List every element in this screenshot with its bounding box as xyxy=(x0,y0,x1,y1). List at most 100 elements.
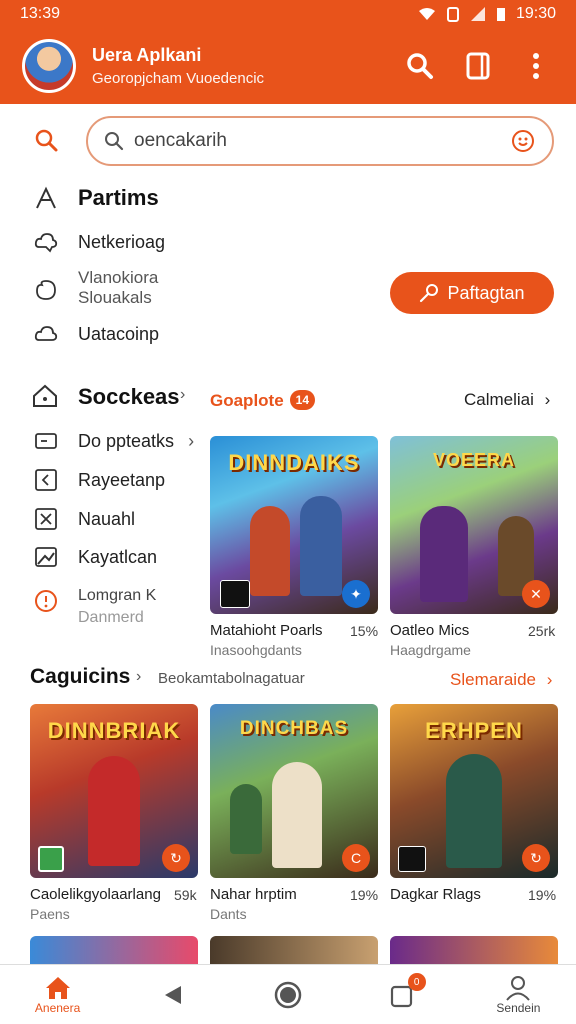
goaplote-chip[interactable]: Goaplote 14 xyxy=(210,390,316,411)
status-time-right: 19:30 xyxy=(515,5,556,22)
nav-item-sublabel: Danmerd xyxy=(78,609,144,626)
battery-saver-icon xyxy=(446,7,459,22)
nav-item-nauahl[interactable]: Nauahl xyxy=(34,507,135,531)
tab-label: Anenera xyxy=(34,1000,81,1015)
nav-item-label: Rayeetanp xyxy=(78,469,166,490)
game-subtitle: Paens xyxy=(30,906,70,922)
search-row xyxy=(0,116,576,168)
chevron-right-icon: › xyxy=(546,670,553,689)
chevron-right-icon: › xyxy=(180,386,186,403)
tab-label: Sendein xyxy=(496,1000,541,1015)
more-button[interactable] xyxy=(518,48,554,84)
more-icon xyxy=(533,53,539,79)
character-figure xyxy=(300,496,342,596)
avatar[interactable] xyxy=(22,39,76,93)
nav-item-vlanokiora[interactable]: Vlanokiora Slouakals xyxy=(34,268,158,308)
link-label: Slemaraide xyxy=(450,670,536,689)
nav-item-rayeetanp[interactable]: Rayeetanp xyxy=(34,468,165,492)
game-subtitle: Dants xyxy=(210,906,247,922)
paftagtan-button[interactable]: Paftagtan xyxy=(390,272,554,314)
link-label: Calmeliai xyxy=(464,390,534,409)
nav-item-label: Lomgran K xyxy=(78,587,157,604)
bookmark-button[interactable] xyxy=(460,48,496,84)
game-logo: DINCHBAS xyxy=(239,718,349,739)
nav-item-do-ppteatks[interactable]: Do ppteatks › xyxy=(34,429,194,453)
section-subtitle: Beokamtabolnagatuar xyxy=(158,670,305,687)
bottom-navigation: Anenera 0 Sendein xyxy=(0,964,576,1024)
section-title-socckeas: Socckeas xyxy=(78,384,180,409)
cloud-icon xyxy=(34,230,58,254)
signal-icon xyxy=(470,7,485,21)
nav-item-label: Netkerioag xyxy=(78,231,166,252)
game-count: 19% xyxy=(350,887,379,903)
nav-item-label: Kayatlcan xyxy=(78,546,158,567)
close-icon[interactable]: ✕ xyxy=(522,580,550,608)
game-logo: VOEERA xyxy=(432,450,516,470)
game-title: Dagkar Rlags xyxy=(390,886,481,903)
featured-card[interactable]: DINNDAIKS ✦ xyxy=(210,436,378,614)
game-count: 19% xyxy=(528,887,557,903)
app-bar: Uera Aplkani Georopjcham Vuoedencic xyxy=(0,28,576,104)
search-icon xyxy=(407,53,433,79)
featured-subtitle: Haagdrgame xyxy=(390,642,471,658)
nav-item-lomgran[interactable]: Lomgran K Danmerd xyxy=(34,585,156,629)
search-button[interactable] xyxy=(402,48,438,84)
back-icon xyxy=(34,468,58,492)
bookmark-icon xyxy=(466,52,490,80)
notification-badge: 0 xyxy=(407,973,426,991)
search-icon[interactable] xyxy=(34,128,60,154)
voice-search-icon[interactable] xyxy=(510,128,536,154)
game-card[interactable]: DINNBRIAK ↻ xyxy=(30,704,198,878)
section-title-caguicins: Caguicins xyxy=(30,665,131,688)
game-logo: ERHPEN xyxy=(425,718,523,743)
status-bar: 13:39 19:30 xyxy=(0,0,576,28)
search-field[interactable] xyxy=(86,116,554,166)
nav-tab-home[interactable]: Anenera xyxy=(0,965,115,1024)
info-icon xyxy=(34,589,58,613)
status-icons: 19:30 xyxy=(418,5,556,23)
character-figure xyxy=(230,784,262,854)
nav-item-label: Do ppteatks xyxy=(78,430,175,451)
character-figure xyxy=(88,756,140,866)
x-box-icon xyxy=(34,507,58,531)
featured-card[interactable]: VOEERA ✕ xyxy=(390,436,558,614)
nav-item-label: Uatacoinp xyxy=(78,323,160,344)
refresh-icon[interactable]: C xyxy=(342,844,370,872)
rating-badge xyxy=(398,846,426,872)
nav-tab-notifications[interactable]: 0 xyxy=(346,965,461,1024)
search-input[interactable] xyxy=(134,130,510,152)
share-icon[interactable]: ✦ xyxy=(342,580,370,608)
chevron-right-icon: › xyxy=(136,668,142,685)
calmeliai-link[interactable]: Calmeliai › xyxy=(464,390,550,410)
back-icon xyxy=(164,985,181,1004)
image-icon xyxy=(34,545,58,569)
rating-badge xyxy=(220,580,250,608)
nav-item-netkerioag[interactable]: Netkerioag xyxy=(34,230,165,254)
chevron-right-icon: › xyxy=(544,390,551,409)
person-icon xyxy=(506,975,531,1001)
game-card[interactable]: DINCHBAS C xyxy=(210,704,378,878)
app-root: 13:39 19:30 Uera Aplkani Georopjcham Vuo… xyxy=(0,0,576,1024)
font-icon xyxy=(36,186,56,209)
refresh-icon[interactable]: ↻ xyxy=(522,844,550,872)
nav-item-text: Lomgran K Danmerd xyxy=(78,585,156,629)
nav-item-uatacoinp[interactable]: Uatacoinp xyxy=(34,322,159,346)
featured-count: 25rk xyxy=(528,623,556,639)
section-title-partims: Partims xyxy=(78,185,159,210)
nav-item-kayatlcan[interactable]: Kayatlcan xyxy=(34,545,157,569)
nav-tab-back[interactable] xyxy=(115,965,230,1024)
game-logo: DINNDAIKS xyxy=(228,450,360,475)
battery-icon xyxy=(496,8,505,21)
refresh-icon[interactable]: ↻ xyxy=(162,844,190,872)
search-icon xyxy=(105,132,124,151)
status-time: 13:39 xyxy=(20,5,61,22)
slemaraide-link[interactable]: Slemaraide › xyxy=(450,670,552,690)
game-count: 59k xyxy=(174,887,197,903)
circle-icon xyxy=(34,278,58,302)
nav-tab-home-circle[interactable] xyxy=(230,965,345,1024)
game-card[interactable]: ERHPEN ↻ xyxy=(390,704,558,878)
app-title: Uera Aplkani xyxy=(92,45,202,65)
featured-subtitle: Inasoohgdants xyxy=(210,642,302,658)
nav-item-sublabel: Slouakals xyxy=(78,288,152,307)
nav-tab-profile[interactable]: Sendein xyxy=(461,965,576,1024)
